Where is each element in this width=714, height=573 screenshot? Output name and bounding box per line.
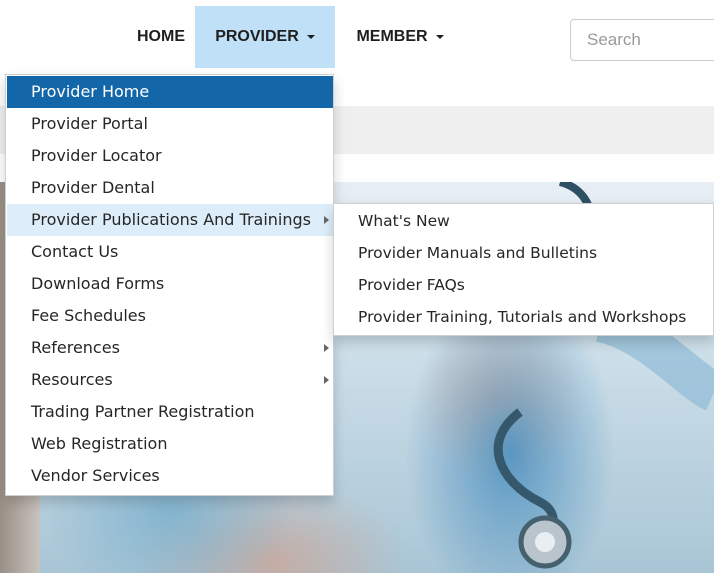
submenu-item-label: Provider Manuals and Bulletins [358,244,598,262]
publications-submenu: What's New Provider Manuals and Bulletin… [333,203,714,336]
menu-item-label: Provider Publications And Trainings [31,210,311,229]
menu-item-download-forms[interactable]: Download Forms [7,268,333,300]
menu-item-references[interactable]: References [7,332,333,364]
menu-item-label: Fee Schedules [31,306,146,325]
menu-item-label: Trading Partner Registration [31,402,255,421]
submenu-item-label: Provider FAQs [358,276,465,294]
menu-item-label: Provider Portal [31,114,148,133]
chevron-right-icon [324,376,329,384]
menu-item-label: Vendor Services [31,466,160,485]
menu-item-label: Resources [31,370,113,389]
menu-item-vendor-services[interactable]: Vendor Services [7,460,333,492]
menu-item-provider-home[interactable]: Provider Home [7,76,333,108]
submenu-item-label: Provider Training, Tutorials and Worksho… [358,308,687,326]
submenu-item-provider-training[interactable]: Provider Training, Tutorials and Worksho… [334,301,713,333]
provider-dropdown-menu: Provider Home Provider Portal Provider L… [5,74,334,496]
chevron-right-icon [324,344,329,352]
menu-item-resources[interactable]: Resources [7,364,333,396]
menu-item-trading-partner-registration[interactable]: Trading Partner Registration [7,396,333,428]
menu-item-provider-dental[interactable]: Provider Dental [7,172,333,204]
top-navigation: HOME PROVIDER MEMBER [0,0,714,70]
nav-provider-label: PROVIDER [215,28,299,45]
submenu-item-whats-new[interactable]: What's New [334,205,713,237]
search-input[interactable] [570,19,714,61]
caret-down-icon [435,34,444,39]
submenu-item-provider-manuals[interactable]: Provider Manuals and Bulletins [334,237,713,269]
nav-home-link[interactable]: HOME [118,6,204,68]
menu-item-provider-portal[interactable]: Provider Portal [7,108,333,140]
menu-item-label: Provider Dental [31,178,155,197]
menu-item-label: Web Registration [31,434,168,453]
nav-member-dropdown[interactable]: MEMBER [338,6,462,68]
menu-item-label: References [31,338,120,357]
submenu-item-label: What's New [358,212,450,230]
menu-item-fee-schedules[interactable]: Fee Schedules [7,300,333,332]
nav-provider-dropdown[interactable]: PROVIDER [195,6,335,68]
submenu-item-provider-faqs[interactable]: Provider FAQs [334,269,713,301]
menu-item-label: Provider Locator [31,146,162,165]
menu-item-provider-locator[interactable]: Provider Locator [7,140,333,172]
nav-member-label: MEMBER [356,28,428,45]
menu-item-label: Contact Us [31,242,119,261]
menu-item-provider-publications[interactable]: Provider Publications And Trainings [7,204,333,236]
menu-item-contact-us[interactable]: Contact Us [7,236,333,268]
menu-item-label: Provider Home [31,82,150,101]
caret-down-icon [306,34,315,39]
chevron-right-icon [324,216,329,224]
menu-item-web-registration[interactable]: Web Registration [7,428,333,460]
menu-item-label: Download Forms [31,274,165,293]
